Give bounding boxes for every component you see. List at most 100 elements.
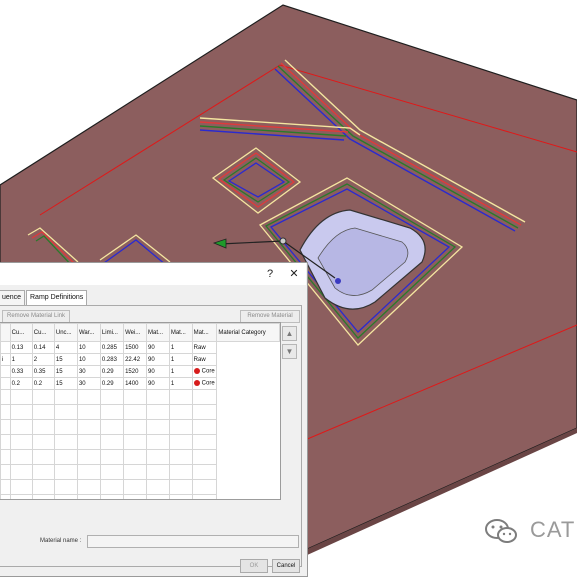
empty-cell [191,404,218,420]
material-category-cell[interactable]: Core [191,365,218,378]
empty-cell [9,434,33,450]
empty-cell [123,464,147,480]
material-name-field[interactable] [87,535,299,548]
empty-cell [0,389,11,405]
empty-cell [53,419,78,435]
table-cell[interactable]: 0.283 [99,353,125,366]
row-lead-cell [0,377,11,390]
row-lead-cell [0,365,11,378]
empty-cell [168,449,193,465]
move-up-arrow-icon[interactable]: ▲ [282,326,297,341]
empty-cell [0,449,11,465]
table-cell[interactable]: 30 [76,377,101,390]
red-dot-icon [193,368,200,375]
table-cell[interactable]: 0.14 [31,341,55,354]
material-category-text: Core [201,380,215,387]
empty-cell [145,479,170,495]
table-cell[interactable]: 1 [168,341,193,354]
table-cell[interactable]: 1520 [123,365,147,378]
empty-cell [99,419,125,435]
empty-cell [53,494,78,499]
empty-cell [123,479,147,495]
table-cell[interactable]: 90 [145,341,170,354]
empty-cell [53,479,78,495]
empty-cell [31,494,55,499]
materials-table[interactable]: Cu... Cu... Unc... War... Limi... Wei...… [0,322,281,500]
material-category-cell[interactable]: Core [191,377,218,390]
empty-cell [168,464,193,480]
table-header-row: Cu... Cu... Unc... War... Limi... Wei...… [0,323,280,342]
help-button[interactable]: ? [262,266,278,282]
table-cell[interactable]: 0.33 [9,365,33,378]
cancel-button[interactable]: Cancel [272,559,300,573]
empty-cell [0,419,11,435]
table-cell[interactable]: 0.285 [99,341,125,354]
empty-cell [145,494,170,499]
material-category-cell[interactable]: Raw [191,341,218,354]
table-cell[interactable]: 1 [168,353,193,366]
empty-cell [123,404,147,420]
table-cell[interactable]: 10 [76,353,101,366]
move-down-arrow-icon[interactable]: ▼ [282,344,297,359]
table-cell[interactable]: 2 [31,353,55,366]
table-cell[interactable]: 1 [9,353,33,366]
table-row[interactable]: 0.13 0.14 4 10 0.285 1500 90 1 Raw [0,341,280,354]
empty-cell [123,449,147,465]
table-cell[interactable]: 0.29 [99,365,125,378]
column-header[interactable]: War... [76,323,101,342]
table-cell[interactable]: 22.42 [123,353,147,366]
material-category-text: Raw [193,356,206,363]
empty-cell [168,419,193,435]
tab-sequence[interactable]: uence [0,290,26,305]
column-header[interactable]: Mat... [191,323,218,342]
table-row-empty [0,404,280,420]
table-cell[interactable]: 1500 [123,341,147,354]
column-header[interactable]: Wei... [123,323,147,342]
table-cell[interactable]: 30 [76,365,101,378]
table-cell[interactable]: 15 [53,365,78,378]
table-cell[interactable]: 0.29 [99,377,125,390]
column-header[interactable]: Limi... [99,323,125,342]
table-cell[interactable]: 90 [145,353,170,366]
table-cell[interactable]: 4 [53,341,78,354]
column-header[interactable]: Cu... [31,323,55,342]
table-row[interactable]: 0.33 0.35 15 30 0.29 1520 90 1 Core [0,365,280,378]
table-cell[interactable]: 1 [168,377,193,390]
empty-cell [9,494,33,499]
tab-ramp-definitions[interactable]: Ramp Definitions [26,290,88,305]
table-row[interactable]: i 1 2 15 10 0.283 22.42 90 1 Raw [0,353,280,366]
table-row-empty [0,389,280,405]
table-cell[interactable]: 10 [76,341,101,354]
table-cell[interactable]: 15 [53,377,78,390]
empty-cell [168,434,193,450]
table-cell[interactable]: 90 [145,365,170,378]
column-header[interactable]: Unc... [53,323,78,342]
material-category-cell[interactable]: Raw [191,353,218,366]
table-cell[interactable]: 0.2 [9,377,33,390]
table-cell[interactable]: 15 [53,353,78,366]
table-cell[interactable]: 1400 [123,377,147,390]
column-header[interactable]: Mat... [145,323,170,342]
table-cell[interactable]: 1 [168,365,193,378]
table-cell[interactable]: 90 [145,377,170,390]
close-button[interactable]: ✕ [286,266,302,282]
empty-cell [31,404,55,420]
table-cell[interactable]: 0.13 [9,341,33,354]
column-header-material-category[interactable]: Material Category [216,323,280,342]
table-cell[interactable]: 0.35 [31,365,55,378]
column-header[interactable]: Cu... [9,323,33,342]
table-row[interactable]: 0.2 0.2 15 30 0.29 1400 90 1 Core [0,377,280,390]
empty-cell [76,419,101,435]
table-cell[interactable]: 0.2 [31,377,55,390]
empty-cell [191,434,218,450]
empty-cell [191,389,218,405]
row-lead-cell [0,341,11,354]
empty-cell [99,434,125,450]
empty-cell [9,449,33,465]
table-row-empty [0,434,280,450]
empty-cell [99,449,125,465]
empty-cell [31,479,55,495]
column-header[interactable]: Mat... [168,323,193,342]
ok-button[interactable]: OK [240,559,268,573]
empty-cell [99,404,125,420]
